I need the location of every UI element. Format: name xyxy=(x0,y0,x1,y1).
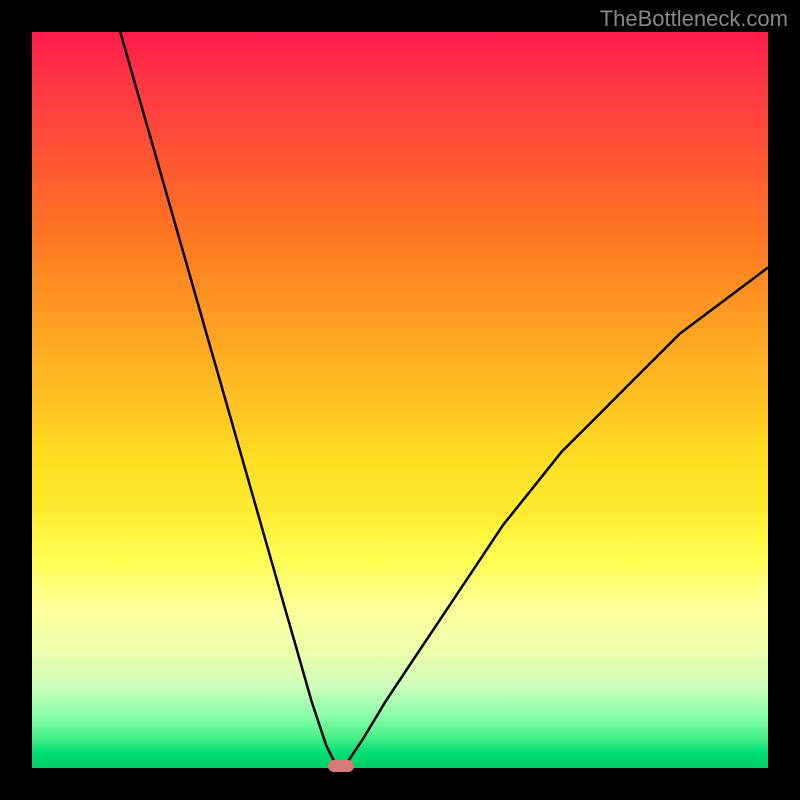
bottleneck-curve xyxy=(32,32,768,768)
plot-area xyxy=(32,32,768,768)
minimum-marker xyxy=(328,760,354,772)
watermark-text: TheBottleneck.com xyxy=(600,6,788,32)
